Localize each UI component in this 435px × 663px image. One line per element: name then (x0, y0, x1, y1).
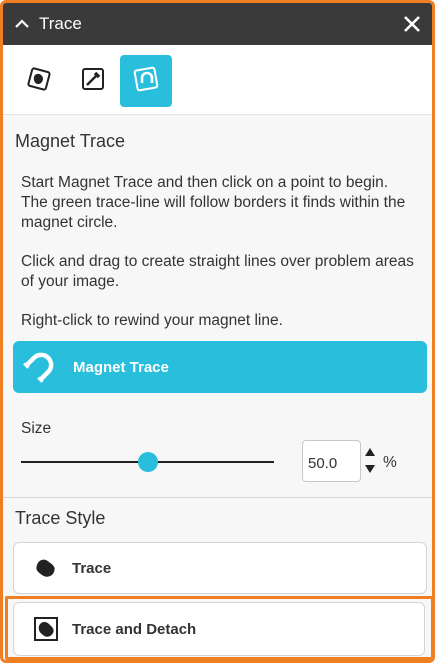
magnet-description-1: Start Magnet Trace and then click on a p… (21, 174, 406, 231)
trace-style-button[interactable]: Trace (13, 542, 427, 594)
close-icon[interactable] (400, 12, 424, 36)
magnet-trace-icon (131, 64, 161, 99)
trace-and-detach-style-button[interactable]: Trace and Detach (13, 602, 425, 656)
trace-shape-tool-button[interactable] (13, 55, 65, 107)
trace-detach-icon (22, 605, 70, 653)
panel-title: Trace (39, 14, 82, 33)
magnet-icon (15, 343, 63, 391)
trace-style-label: Trace (72, 559, 112, 577)
size-slider-thumb[interactable] (137, 452, 158, 472)
panel-titlebar: Trace (3, 3, 432, 45)
magnet-trace-button[interactable]: Magnet Trace (13, 341, 427, 393)
magnet-trace-tool-button[interactable] (120, 55, 172, 107)
eyedropper-tool-button[interactable] (67, 55, 119, 107)
size-unit: % (383, 454, 397, 471)
magnet-trace-button-label: Magnet Trace (73, 358, 169, 376)
trace-blob-icon (22, 544, 70, 592)
trace-and-detach-label: Trace and Detach (72, 620, 197, 638)
trace-shape-icon (25, 65, 53, 98)
magnet-trace-heading: Magnet Trace (15, 131, 126, 151)
collapse-chevron-icon[interactable] (13, 15, 31, 33)
section-divider (3, 497, 432, 498)
spin-down-icon[interactable] (365, 464, 375, 474)
size-value-input[interactable] (302, 440, 361, 482)
spin-up-icon[interactable] (365, 447, 375, 457)
eyedropper-icon (79, 65, 107, 98)
magnet-description-3: Right-click to rewind your magnet line. (21, 312, 283, 329)
trace-panel: Trace Magnet Trace Start Magnet Trace an… (0, 0, 435, 663)
magnet-description-2: Click and drag to create straight lines … (21, 253, 414, 290)
trace-style-heading: Trace Style (15, 508, 106, 528)
trace-toolbar (3, 45, 432, 115)
size-label: Size (21, 420, 52, 437)
